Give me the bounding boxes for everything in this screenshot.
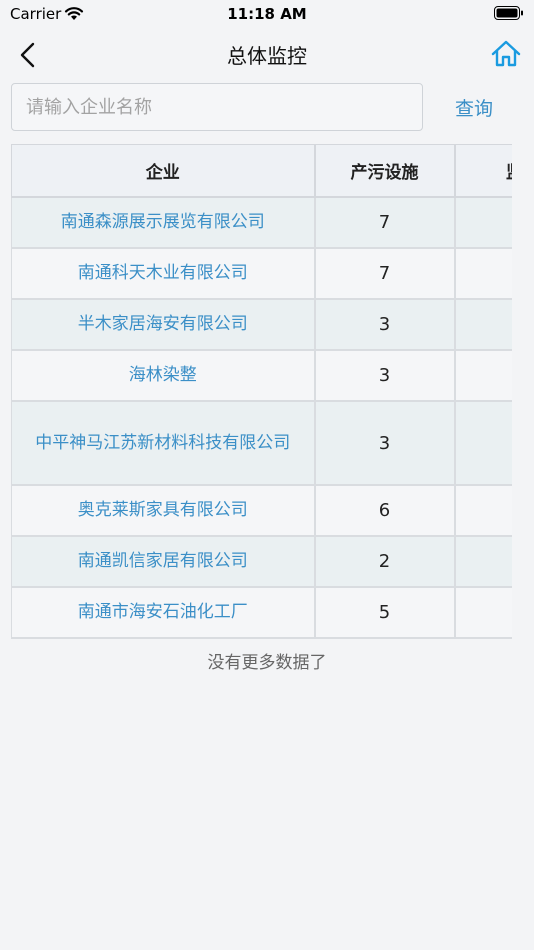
facilities-cell: 5 bbox=[314, 587, 456, 639]
company-name-cell[interactable]: 中平神马江苏新材料科技有限公司 bbox=[11, 401, 316, 486]
table-row[interactable]: 中平神马江苏新材料科技有限公司 3 bbox=[11, 401, 512, 486]
monitor-table[interactable]: 企业 产污设施 监测 南通森源展示展览有限公司 7 南通科天木业有限公司 7 半… bbox=[11, 144, 512, 639]
monitor-cell bbox=[454, 485, 512, 537]
table-row[interactable]: 半木家居海安有限公司 3 bbox=[11, 299, 512, 351]
company-search-input[interactable] bbox=[11, 83, 423, 131]
page-title: 总体监控 bbox=[227, 44, 307, 68]
company-name-cell[interactable]: 南通森源展示展览有限公司 bbox=[11, 197, 316, 249]
status-bar: Carrier 11:18 AM bbox=[0, 0, 534, 28]
company-name-cell[interactable]: 奥克莱斯家具有限公司 bbox=[11, 485, 316, 537]
header-company: 企业 bbox=[11, 144, 316, 198]
monitor-cell bbox=[454, 587, 512, 639]
table-row[interactable]: 奥克莱斯家具有限公司 6 bbox=[11, 485, 512, 537]
table-row[interactable]: 南通科天木业有限公司 7 bbox=[11, 248, 512, 300]
company-name-cell[interactable]: 南通凯信家居有限公司 bbox=[11, 536, 316, 588]
company-name-cell[interactable]: 南通科天木业有限公司 bbox=[11, 248, 316, 300]
company-name-cell[interactable]: 海林染整 bbox=[11, 350, 316, 402]
monitor-cell bbox=[454, 197, 512, 249]
table-row[interactable]: 海林染整 3 bbox=[11, 350, 512, 402]
table-row[interactable]: 南通市海安石油化工厂 5 bbox=[11, 587, 512, 639]
table-row[interactable]: 南通森源展示展览有限公司 7 bbox=[11, 197, 512, 249]
monitor-cell bbox=[454, 350, 512, 402]
facilities-cell: 6 bbox=[314, 485, 456, 537]
facilities-cell: 3 bbox=[314, 299, 456, 351]
table-row[interactable]: 南通凯信家居有限公司 2 bbox=[11, 536, 512, 588]
header-monitor: 监测 bbox=[454, 144, 512, 198]
monitor-cell bbox=[454, 248, 512, 300]
monitor-cell bbox=[454, 299, 512, 351]
table-header-row: 企业 产污设施 监测 bbox=[11, 144, 512, 198]
company-name-cell[interactable]: 半木家居海安有限公司 bbox=[11, 299, 316, 351]
battery-icon bbox=[494, 6, 524, 25]
facilities-cell: 2 bbox=[314, 536, 456, 588]
header-facilities: 产污设施 bbox=[314, 144, 456, 198]
query-button[interactable]: 查询 bbox=[440, 89, 508, 125]
search-bar: 查询 bbox=[0, 83, 534, 135]
home-icon bbox=[491, 40, 521, 67]
facilities-cell: 7 bbox=[314, 248, 456, 300]
company-name-cell[interactable]: 南通市海安石油化工厂 bbox=[11, 587, 316, 639]
no-more-data-label: 没有更多数据了 bbox=[207, 653, 327, 673]
monitor-cell bbox=[454, 536, 512, 588]
monitor-cell bbox=[454, 401, 512, 486]
clock-time: 11:18 AM bbox=[227, 5, 307, 23]
navigation-bar: 总体监控 bbox=[0, 28, 534, 80]
facilities-cell: 7 bbox=[314, 197, 456, 249]
home-button[interactable] bbox=[490, 38, 522, 70]
facilities-cell: 3 bbox=[314, 401, 456, 486]
facilities-cell: 3 bbox=[314, 350, 456, 402]
